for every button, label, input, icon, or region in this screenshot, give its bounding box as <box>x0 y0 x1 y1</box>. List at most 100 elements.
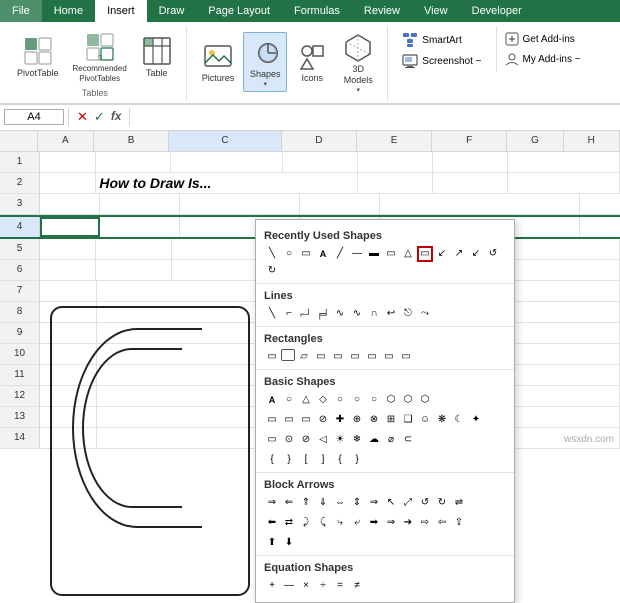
screenshot-button[interactable]: Screenshot ~ <box>398 51 485 71</box>
shape-item[interactable]: ╲ <box>264 246 280 262</box>
shape-item[interactable]: ⊘ <box>298 432 314 448</box>
cell-B2[interactable]: How to Draw Is... <box>96 173 357 193</box>
cell-A2[interactable] <box>40 173 96 193</box>
shape-item[interactable]: ⤹ <box>315 515 331 531</box>
shape-item[interactable]: ○ <box>349 392 365 408</box>
cancel-icon[interactable]: ✕ <box>77 109 88 125</box>
row-header-2[interactable]: 2 <box>0 173 40 193</box>
cell-E1[interactable] <box>358 152 433 172</box>
shape-item[interactable]: ○ <box>281 392 297 408</box>
shape-item[interactable]: ☾ <box>451 412 467 428</box>
cell-B4[interactable] <box>100 217 180 237</box>
col-header-D[interactable]: D <box>282 131 357 151</box>
name-box[interactable] <box>4 109 64 125</box>
shape-item[interactable]: ⤳ <box>417 306 433 322</box>
row-header-13[interactable]: 13 <box>0 407 40 427</box>
cell-A6[interactable] <box>40 260 96 280</box>
row-header-3[interactable]: 3 <box>0 194 40 214</box>
shape-item[interactable]: ↺ <box>485 246 501 262</box>
shape-item[interactable]: ▭ <box>364 349 380 365</box>
row-header-7[interactable]: 7 <box>0 281 40 301</box>
shape-item[interactable]: ⇦ <box>434 515 450 531</box>
shape-item[interactable]: ⬇ <box>281 535 297 551</box>
shape-item[interactable]: ⇄ <box>281 515 297 531</box>
shape-item[interactable]: ⊞ <box>383 412 399 428</box>
shape-item[interactable]: ∩ <box>366 306 382 322</box>
shape-item[interactable]: ✚ <box>332 412 348 428</box>
shape-item[interactable]: ✦ <box>468 412 484 428</box>
shape-item[interactable]: ⇨ <box>417 515 433 531</box>
cell-B6[interactable] <box>96 260 171 280</box>
shape-item[interactable]: ⤸ <box>298 515 314 531</box>
shape-item[interactable]: ❑ <box>400 412 416 428</box>
cell-A4[interactable] <box>40 217 100 237</box>
smartart-button[interactable]: SmartArt <box>398 30 485 50</box>
shape-item[interactable]: ☀ <box>332 432 348 448</box>
shape-item[interactable]: ⬅ <box>264 515 280 531</box>
shape-item[interactable]: ⊗ <box>366 412 382 428</box>
cell-F1[interactable] <box>433 152 508 172</box>
shape-item[interactable]: ▭ <box>264 349 280 365</box>
my-addins-button[interactable]: My Add-ins ~ <box>501 50 585 68</box>
shape-item[interactable]: ⇐ <box>281 495 297 511</box>
shape-item[interactable]: ◇ <box>315 392 331 408</box>
tab-review[interactable]: Review <box>352 0 412 22</box>
shape-item[interactable]: ÷ <box>315 578 331 594</box>
shape-item[interactable]: ▭ <box>298 246 314 262</box>
tab-page-layout[interactable]: Page Layout <box>196 0 282 22</box>
shape-item[interactable]: ▬ <box>366 246 382 262</box>
shape-item[interactable]: ⇪ <box>451 515 467 531</box>
shape-item[interactable]: ⊙ <box>281 432 297 448</box>
shape-item[interactable]: ↻ <box>264 263 280 279</box>
shape-item[interactable]: ▭ <box>330 349 346 365</box>
get-addins-button[interactable]: Get Add-ins <box>501 30 585 48</box>
shapes-button[interactable]: Shapes ▾ <box>243 32 287 92</box>
row-header-14[interactable]: 14 <box>0 428 40 448</box>
row-header-9[interactable]: 9 <box>0 323 40 343</box>
shape-item[interactable]: ⬡ <box>383 392 399 408</box>
pivot-table-button[interactable]: PivotTable <box>12 32 64 82</box>
cell-A3[interactable] <box>40 194 100 214</box>
shape-item[interactable]: ⇔ <box>332 495 348 511</box>
tab-view[interactable]: View <box>412 0 460 22</box>
shape-item[interactable]: ⊂ <box>400 432 416 448</box>
cell-G1[interactable] <box>508 152 620 172</box>
cell-B3[interactable] <box>100 194 180 214</box>
row-header-5[interactable]: 5 <box>0 239 40 259</box>
cell-B1[interactable] <box>96 152 171 172</box>
shape-item[interactable]: ▭ <box>313 349 329 365</box>
row-header-1[interactable]: 1 <box>0 152 40 172</box>
shape-item[interactable]: △ <box>400 246 416 262</box>
3d-models-button[interactable]: 3DModels ▾ <box>337 28 379 97</box>
shape-item[interactable]: ➡ <box>366 515 382 531</box>
cell-G2[interactable] <box>508 173 620 193</box>
shape-item[interactable]: ↻ <box>434 495 450 511</box>
shape-item[interactable]: ∿ <box>349 306 365 322</box>
shape-item[interactable]: ▭ <box>281 412 297 428</box>
row-header-8[interactable]: 8 <box>0 302 40 322</box>
row-header-10[interactable]: 10 <box>0 344 40 364</box>
shape-item[interactable]: ▭ <box>264 412 280 428</box>
shape-item[interactable]: ☁ <box>366 432 382 448</box>
shape-item[interactable]: A <box>315 246 331 262</box>
shape-item[interactable]: ⌐┘ <box>298 306 314 322</box>
formula-input[interactable] <box>134 110 616 124</box>
shape-item[interactable]: ╒╛ <box>315 306 331 322</box>
shape-item[interactable]: { <box>332 452 348 468</box>
row-header-12[interactable]: 12 <box>0 386 40 406</box>
pictures-button[interactable]: Pictures <box>197 37 240 87</box>
tab-developer[interactable]: Developer <box>460 0 534 22</box>
shape-item[interactable]: ▭ <box>347 349 363 365</box>
col-header-F[interactable]: F <box>432 131 507 151</box>
shape-item[interactable]: [ <box>298 452 314 468</box>
shape-item[interactable]: ○ <box>366 392 382 408</box>
cell-D2[interactable] <box>358 173 433 193</box>
cell-E3[interactable] <box>380 194 580 214</box>
col-header-H[interactable]: H <box>564 131 620 151</box>
function-icon[interactable]: fx <box>111 109 122 125</box>
shape-item[interactable]: ⇒ <box>366 495 382 511</box>
shape-item-selected[interactable]: ▭ <box>417 246 433 262</box>
row-header-4[interactable]: 4 <box>0 217 40 237</box>
col-header-G[interactable]: G <box>507 131 563 151</box>
shape-item[interactable]: — <box>349 246 365 262</box>
